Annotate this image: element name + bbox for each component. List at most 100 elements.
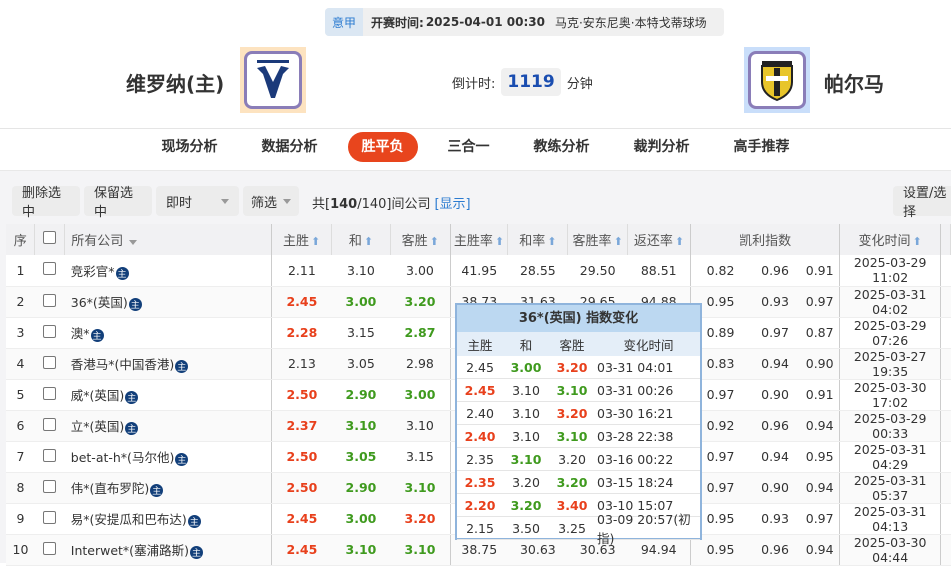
- row-select[interactable]: [34, 410, 65, 442]
- col-draw-rate[interactable]: 和率 ⬆: [507, 224, 569, 255]
- league-tag[interactable]: 意甲: [325, 8, 363, 36]
- company-name[interactable]: 香港马*(中国香港): [71, 357, 175, 372]
- company-name[interactable]: 36*(英国): [71, 295, 128, 310]
- row-select[interactable]: [34, 379, 65, 411]
- odds-cell[interactable]: 3.10: [390, 472, 451, 504]
- odds-cell[interactable]: 2.90: [331, 472, 391, 504]
- settings-button[interactable]: 设置/选择: [893, 186, 951, 220]
- company-cell[interactable]: 伟*(直布罗陀) 主: [64, 472, 273, 504]
- away-team-name[interactable]: 帕尔马: [824, 68, 884, 97]
- row-checkbox[interactable]: [43, 355, 57, 369]
- odds-cell[interactable]: 2.45: [271, 503, 332, 535]
- odds-cell[interactable]: 2.45: [271, 286, 332, 318]
- odds-cell[interactable]: 3.10: [331, 534, 391, 566]
- odds-cell[interactable]: 3.05: [331, 441, 391, 473]
- company-cell[interactable]: 36*(英国) 主: [64, 286, 273, 318]
- row-select[interactable]: [34, 472, 65, 504]
- col-home-rate[interactable]: 主胜率 ⬆: [450, 224, 509, 255]
- company-name[interactable]: 立*(英国): [71, 419, 125, 434]
- company-cell[interactable]: 香港马*(中国香港) 主: [64, 348, 273, 380]
- tab-2[interactable]: 数据分析: [240, 132, 340, 162]
- odds-cell[interactable]: 2.45: [271, 534, 332, 566]
- odds-cell[interactable]: 3.10: [331, 410, 391, 442]
- row-checkbox[interactable]: [43, 541, 57, 555]
- col-draw[interactable]: 和 ⬆: [331, 224, 391, 255]
- odds-cell[interactable]: 2.87: [390, 317, 451, 349]
- show-link[interactable]: [显示]: [434, 197, 470, 212]
- odds-cell[interactable]: 3.15: [331, 317, 391, 349]
- col-change-time[interactable]: 变化时间 ⬆: [839, 224, 941, 255]
- col-company[interactable]: 所有公司: [64, 224, 273, 255]
- odds-cell[interactable]: 3.05: [331, 348, 391, 380]
- company-cell[interactable]: 威*(英国) 主: [64, 379, 273, 411]
- odds-cell[interactable]: 3.20: [390, 286, 451, 318]
- col-away-rate[interactable]: 客胜率 ⬆: [567, 224, 629, 255]
- away-team-logo[interactable]: [744, 47, 810, 113]
- tab-1[interactable]: 现场分析: [140, 132, 240, 162]
- keep-selected-button[interactable]: 保留选中: [84, 186, 152, 220]
- odds-cell[interactable]: 2.13: [271, 348, 332, 380]
- odds-cell[interactable]: 3.10: [390, 410, 451, 442]
- company-name[interactable]: 伟*(直布罗陀): [71, 481, 150, 496]
- company-cell[interactable]: 竞彩官* 主: [64, 255, 273, 287]
- odds-cell[interactable]: 3.00: [390, 255, 451, 287]
- tab-7[interactable]: 高手推荐: [712, 132, 812, 162]
- odds-cell[interactable]: 3.15: [390, 441, 451, 473]
- col-away[interactable]: 客胜 ⬆: [390, 224, 451, 255]
- row-checkbox[interactable]: [43, 386, 57, 400]
- odds-cell[interactable]: 2.50: [271, 441, 332, 473]
- company-cell[interactable]: 立*(英国) 主: [64, 410, 273, 442]
- row-select[interactable]: [34, 441, 65, 473]
- company-name[interactable]: 澳*: [71, 326, 90, 341]
- odds-cell[interactable]: 3.10: [331, 255, 391, 287]
- home-team-name[interactable]: 维罗纳(主): [126, 68, 224, 97]
- row-checkbox[interactable]: [43, 417, 57, 431]
- row-select[interactable]: [34, 286, 65, 318]
- col-select-all[interactable]: [34, 224, 66, 255]
- company-cell[interactable]: bet-at-h*(马尔他) 主: [64, 441, 273, 473]
- row-checkbox[interactable]: [43, 324, 57, 338]
- odds-cell[interactable]: 2.90: [331, 379, 391, 411]
- row-checkbox[interactable]: [43, 448, 57, 462]
- odds-cell[interactable]: 2.50: [271, 472, 332, 504]
- tab-6[interactable]: 裁判分析: [612, 132, 712, 162]
- odds-cell[interactable]: 3.00: [331, 503, 391, 535]
- row-checkbox[interactable]: [43, 510, 57, 524]
- col-home[interactable]: 主胜 ⬆: [271, 224, 333, 255]
- tab-4[interactable]: 三合一: [426, 132, 512, 162]
- row-select[interactable]: [34, 534, 65, 566]
- odds-cell[interactable]: 3.10: [390, 534, 451, 566]
- odds-cell[interactable]: 2.11: [271, 255, 332, 287]
- odds-cell[interactable]: 2.50: [271, 379, 332, 411]
- row-checkbox[interactable]: [43, 293, 57, 307]
- company-cell[interactable]: 澳* 主: [64, 317, 273, 349]
- row-checkbox[interactable]: [43, 479, 57, 493]
- filter-dropdown[interactable]: 筛选: [243, 186, 299, 216]
- odds-cell[interactable]: 2.37: [271, 410, 332, 442]
- company-name[interactable]: Interwet*(塞浦路斯): [71, 543, 189, 558]
- home-team-logo[interactable]: [240, 47, 306, 113]
- tab-5[interactable]: 教练分析: [512, 132, 612, 162]
- company-name[interactable]: bet-at-h*(马尔他): [71, 450, 175, 465]
- company-cell[interactable]: Interwet*(塞浦路斯) 主: [64, 534, 273, 566]
- col-return-rate[interactable]: 返还率 ⬆: [627, 224, 691, 255]
- mode-select[interactable]: 即时: [156, 186, 239, 216]
- odds-cell[interactable]: 3.20: [390, 503, 451, 535]
- table-row[interactable]: 1 竞彩官* 主 2.11 3.10 3.00 41.95 28.55 29.50 88.51 0…: [6, 255, 951, 287]
- select-all-checkbox[interactable]: [43, 231, 57, 244]
- company-name[interactable]: 竞彩官*: [71, 264, 115, 279]
- row-select[interactable]: [34, 348, 65, 380]
- odds-cell[interactable]: 2.28: [271, 317, 332, 349]
- row-select[interactable]: [34, 317, 65, 349]
- row-checkbox[interactable]: [43, 262, 57, 276]
- odds-cell[interactable]: 3.00: [331, 286, 391, 318]
- delete-selected-button[interactable]: 删除选中: [12, 186, 80, 220]
- odds-cell[interactable]: 2.98: [390, 348, 451, 380]
- row-select[interactable]: [34, 255, 65, 287]
- company-cell[interactable]: 易*(安提瓜和巴布达) 主: [64, 503, 273, 535]
- company-name[interactable]: 威*(英国): [71, 388, 125, 403]
- tab-3[interactable]: 胜平负: [347, 132, 418, 162]
- row-select[interactable]: [34, 503, 65, 535]
- odds-cell[interactable]: 3.00: [390, 379, 451, 411]
- company-name[interactable]: 易*(安提瓜和巴布达): [71, 512, 187, 527]
